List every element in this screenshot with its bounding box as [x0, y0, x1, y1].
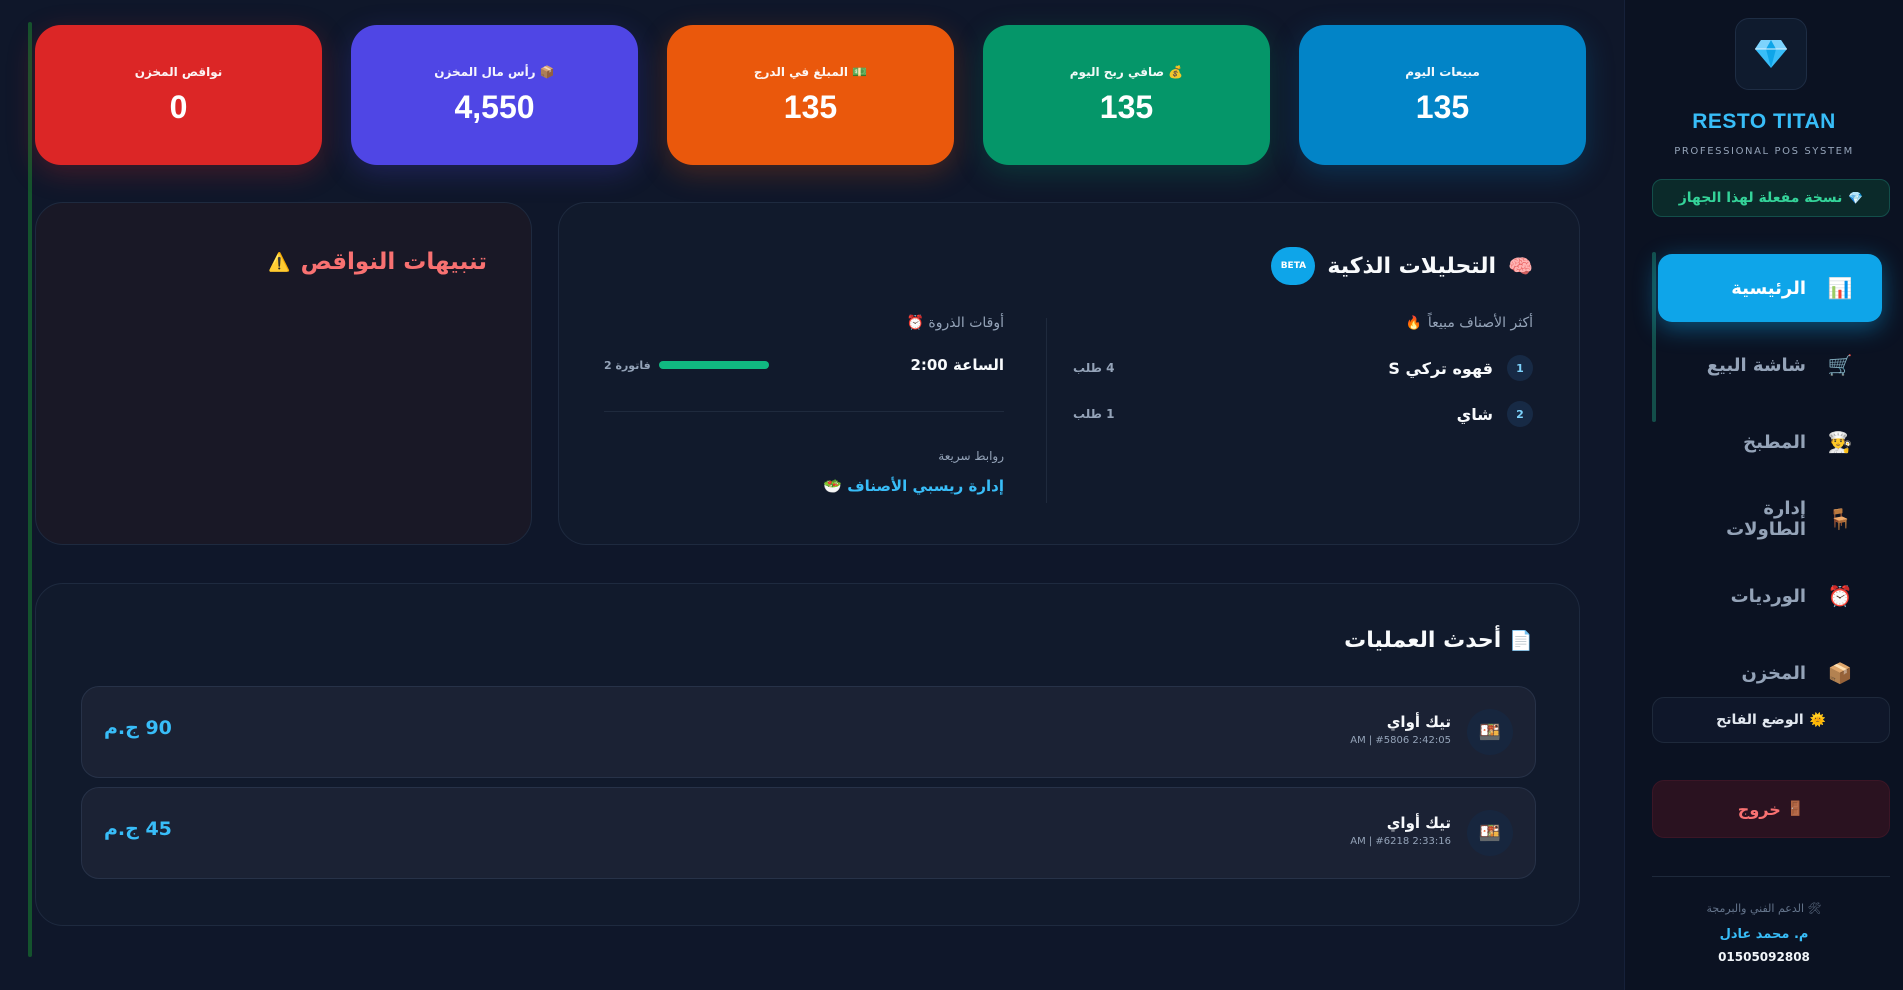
- stat-label: المبلغ في الدرج 💵: [753, 64, 868, 79]
- rank-badge: 1: [1507, 355, 1533, 381]
- peak-bar-fill: [658, 361, 769, 369]
- beta-badge: BETA: [1271, 247, 1316, 285]
- nav-item-label: الورديات: [1730, 585, 1806, 607]
- stat-label: صافي ربح اليوم 💰: [1069, 64, 1184, 79]
- stat-card-stock-shortage[interactable]: نواقص المخزن 0: [35, 25, 322, 165]
- top-item-count: 1 طلب: [1073, 407, 1115, 421]
- operation-amount: 45 ج.م: [104, 818, 172, 840]
- nav-item-label: إدارة الطاولات: [1726, 498, 1806, 540]
- nav-item-home[interactable]: الرئيسية 📊: [1658, 254, 1882, 322]
- logout-label: خروج: [1737, 799, 1781, 819]
- developer-name: م. محمد عادل: [1719, 927, 1809, 942]
- top-item-name: شاي: [1456, 404, 1493, 424]
- peak-hour-row: 2 فاتورة الساعة 2:00: [604, 353, 1004, 377]
- takeaway-icon: 🍱: [1467, 709, 1513, 755]
- top-item-row: 2 شاي 1 طلب: [1073, 399, 1533, 429]
- top-item-name: قهوه تركي S: [1388, 358, 1493, 378]
- peak-bar-group: 2 فاتورة: [604, 359, 769, 372]
- stat-label: نواقص المخزن: [134, 64, 223, 79]
- stock-alerts-title: تنبيهات النواقص ⚠️: [268, 249, 487, 275]
- recent-operations-panel: 📄 أحدث العمليات 🍱 تيك أواي AM | #5806 2:…: [35, 583, 1580, 926]
- recipe-management-link[interactable]: إدارة ريسبي الأصناف 🥗: [604, 477, 1004, 495]
- sun-icon: 🌞: [1809, 712, 1826, 728]
- nav-item-pos[interactable]: شاشة البيع 🛒: [1658, 331, 1882, 399]
- nav-item-shifts[interactable]: الورديات ⏰: [1658, 562, 1882, 630]
- nav-scroll-rail: [1652, 252, 1656, 422]
- license-text: نسخة مفعلة لهذا الجهاز: [1678, 190, 1843, 206]
- alarm-clock-icon: ⏰: [1827, 584, 1853, 608]
- stat-card-drawer-amount[interactable]: المبلغ في الدرج 💵 135: [667, 25, 954, 165]
- operation-meta: AM | #5806 2:42:05: [1350, 735, 1451, 746]
- stock-alerts-panel: تنبيهات النواقص ⚠️: [35, 202, 532, 545]
- stat-value: 135: [1415, 88, 1470, 125]
- nav-item-tables[interactable]: إدارة الطاولات 🪑: [1658, 485, 1882, 553]
- fire-icon: 🔥: [1405, 315, 1422, 331]
- top-items-title-text: أكثر الأصناف مبيعاً: [1427, 315, 1533, 331]
- brand-subtitle: PROFESSIONAL POS SYSTEM: [1674, 146, 1854, 157]
- stat-card-today-sales[interactable]: مبيعات اليوم 135: [1299, 25, 1586, 165]
- nav-item-kitchen[interactable]: المطبخ 👨‍🍳: [1658, 408, 1882, 476]
- top-item-count: 4 طلب: [1073, 361, 1115, 375]
- document-icon: 📄: [1509, 630, 1533, 652]
- analytics-title: 🧠 التحليلات الذكية BETA: [1271, 247, 1533, 285]
- box-icon: 📦: [1827, 661, 1853, 685]
- takeaway-icon: 🍱: [1467, 810, 1513, 856]
- logo: [1735, 18, 1807, 90]
- chair-icon: 🪑: [1827, 507, 1853, 531]
- gem-icon: 💎: [1848, 191, 1864, 205]
- nav-item-label: المخزن: [1741, 662, 1806, 684]
- stat-value: 135: [1099, 88, 1154, 125]
- sidebar-divider: [1652, 876, 1890, 877]
- logout-button[interactable]: خروج 🚪: [1652, 780, 1890, 838]
- stat-label: رأس مال المخزن 📦: [434, 64, 555, 79]
- stat-label: مبيعات اليوم: [1405, 64, 1480, 79]
- door-icon: 🚪: [1786, 801, 1805, 817]
- cart-icon: 🛒: [1827, 353, 1853, 377]
- operation-row[interactable]: 🍱 تيك أواي AM | #5806 2:42:05 90 ج.م: [81, 686, 1536, 778]
- chart-icon: 📊: [1827, 276, 1853, 300]
- rank-badge: 2: [1507, 401, 1533, 427]
- top-items-title: أكثر الأصناف مبيعاً 🔥: [1406, 315, 1533, 331]
- left-accent-bar: [28, 22, 32, 957]
- diamond-icon: [1755, 40, 1787, 68]
- stat-value: 4,550: [454, 88, 535, 125]
- peak-invoice-count: 2 فاتورة: [604, 358, 651, 372]
- license-badge: نسخة مفعلة لهذا الجهاز 💎: [1652, 179, 1890, 217]
- brain-icon: 🧠: [1508, 254, 1533, 278]
- operation-row[interactable]: 🍱 تيك أواي AM | #6218 2:33:16 45 ج.م: [81, 787, 1536, 879]
- nav-item-label: الرئيسية: [1731, 277, 1806, 299]
- peak-hours-title: أوقات الذروة ⏰: [906, 315, 1004, 331]
- operation-name: تيك أواي: [1386, 814, 1451, 832]
- smart-analytics-panel: 🧠 التحليلات الذكية BETA أكثر الأصناف مبي…: [558, 202, 1580, 545]
- light-mode-toggle[interactable]: الوضع الفاتح 🌞: [1652, 697, 1890, 743]
- developer-phone: 01505092808: [1718, 950, 1810, 964]
- peak-bar-track: [658, 361, 769, 369]
- peak-hour-time: الساعة 2:00: [910, 356, 1004, 374]
- support-label: الدعم الفني والبرمجة 🛠: [1706, 902, 1822, 915]
- quick-links-label: روابط سريعة: [938, 449, 1004, 463]
- nav-item-label: المطبخ: [1743, 431, 1806, 453]
- operation-meta: AM | #6218 2:33:16: [1350, 836, 1451, 847]
- stat-card-stock-capital[interactable]: رأس مال المخزن 📦 4,550: [351, 25, 638, 165]
- recent-operations-title: 📄 أحدث العمليات: [1344, 628, 1533, 653]
- stat-value: 135: [783, 88, 838, 125]
- nav-item-label: شاشة البيع: [1706, 354, 1806, 376]
- light-mode-label: الوضع الفاتح: [1716, 712, 1804, 728]
- column-divider: [1046, 318, 1047, 503]
- operation-name: تيك أواي: [1386, 713, 1451, 731]
- top-item-row: 1 قهوه تركي S 4 طلب: [1073, 353, 1533, 383]
- peak-divider: [604, 411, 1004, 412]
- brand-name: RESTO TITAN: [1692, 110, 1836, 133]
- analytics-title-text: التحليلات الذكية: [1327, 253, 1497, 279]
- operation-amount: 90 ج.م: [104, 717, 172, 739]
- chef-icon: 👨‍🍳: [1827, 430, 1853, 454]
- recent-operations-title-text: أحدث العمليات: [1344, 628, 1502, 653]
- sidebar: RESTO TITAN PROFESSIONAL POS SYSTEM نسخة…: [1624, 0, 1903, 990]
- stock-alerts-title-text: تنبيهات النواقص: [300, 249, 487, 275]
- stat-card-net-profit[interactable]: صافي ربح اليوم 💰 135: [983, 25, 1270, 165]
- warning-icon: ⚠️: [268, 251, 291, 273]
- stat-value: 0: [169, 88, 188, 125]
